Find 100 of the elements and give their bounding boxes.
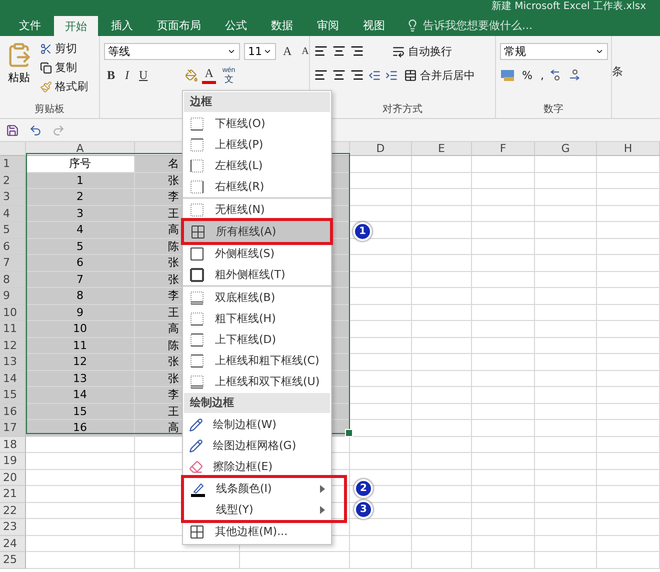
align-left-icon[interactable] [314, 68, 328, 82]
table-cell: 13 [26, 370, 135, 387]
table-cell [535, 222, 597, 238]
menu-item[interactable]: 下框线(O) [183, 113, 331, 134]
table-cell [597, 486, 660, 502]
percent-button[interactable]: % [520, 68, 534, 82]
table-cell [535, 156, 597, 172]
tell-me-field[interactable]: 告诉我您想要做什么... [423, 18, 532, 32]
align-bottom-icon[interactable] [350, 44, 364, 58]
row-header: 18 [0, 436, 26, 453]
fill-color-icon[interactable] [184, 68, 198, 82]
table-cell [350, 536, 412, 552]
currency-icon[interactable] [500, 68, 516, 82]
column-header[interactable]: F [472, 142, 535, 156]
table-cell [412, 288, 472, 304]
row-header: 10 [0, 304, 26, 321]
table-cell [597, 470, 660, 486]
format-painter-button[interactable]: 格式刷 [38, 78, 90, 95]
column-header[interactable]: H [597, 142, 660, 156]
table-cell [472, 156, 535, 172]
align-top-icon[interactable] [314, 44, 328, 58]
table-cell [535, 552, 597, 568]
table-cell [535, 354, 597, 370]
table-cell [350, 189, 412, 206]
table-cell [350, 519, 412, 536]
merge-center-button[interactable]: 合并后居中 [402, 66, 477, 84]
table-cell [412, 502, 472, 519]
table-cell [535, 502, 597, 519]
column-header[interactable]: D [350, 142, 412, 156]
table-cell [472, 321, 535, 338]
border-icon [189, 352, 205, 368]
underline-button[interactable]: U [136, 68, 151, 82]
ribbon-tab[interactable]: 开始 [54, 16, 98, 36]
shrink-font-button[interactable]: A [298, 46, 312, 56]
comma-button[interactable]: , [538, 68, 546, 82]
align-center-icon[interactable] [332, 68, 346, 82]
table-cell [597, 321, 660, 338]
draw-border-icon [189, 418, 203, 432]
paste-button[interactable]: 粘贴 [4, 40, 34, 102]
group-label: 对齐方式 [382, 102, 424, 117]
table-cell [597, 238, 660, 255]
table-cell: 1 [26, 172, 135, 189]
border-icon [189, 374, 205, 390]
table-cell [350, 387, 412, 404]
table-cell [350, 321, 412, 338]
menu-item[interactable]: 右框线(R) [183, 176, 331, 199]
bold-button[interactable]: B [104, 68, 118, 82]
undo-icon[interactable] [29, 124, 42, 136]
menu-item[interactable]: 上框线(P) [183, 134, 331, 155]
grow-font-button[interactable]: A [280, 44, 295, 58]
menu-item[interactable]: 擦除边框(E) [183, 456, 331, 477]
table-cell: 9 [26, 304, 135, 321]
row-header: 1 [0, 156, 26, 172]
align-middle-icon[interactable] [332, 44, 346, 58]
border-icon [189, 158, 205, 174]
wrap-text-icon [392, 44, 405, 58]
menu-item[interactable]: 粗外侧框线(T) [183, 264, 331, 287]
row-header: 9 [0, 288, 26, 304]
cut-button[interactable]: 剪切 [38, 40, 90, 57]
ribbon-tab[interactable]: 审阅 [306, 14, 350, 36]
table-cell [472, 222, 535, 238]
number-format-field[interactable]: 常规 [500, 42, 608, 60]
row-header: 3 [0, 189, 26, 206]
save-icon[interactable] [6, 124, 19, 136]
table-cell [472, 552, 535, 568]
table-cell [412, 453, 472, 470]
copy-button[interactable]: 复制 [38, 59, 90, 76]
column-header[interactable]: G [535, 142, 597, 156]
table-cell [535, 189, 597, 206]
indent-decrease-icon[interactable] [368, 68, 381, 82]
ribbon-tab[interactable]: 文件 [8, 14, 52, 36]
font-name-field[interactable]: 等线 [104, 42, 240, 60]
border-icon [189, 136, 205, 152]
align-right-icon[interactable] [350, 68, 364, 82]
table-cell [412, 338, 472, 354]
row-header: 12 [0, 338, 26, 354]
table-cell [535, 206, 597, 222]
font-size-field[interactable]: 11 [244, 42, 276, 60]
paintbrush-icon [40, 80, 52, 92]
table-cell [350, 354, 412, 370]
table-cell [412, 470, 472, 486]
ribbon-tab[interactable]: 公式 [214, 14, 258, 36]
column-header[interactable]: A [26, 142, 135, 156]
table-cell [597, 453, 660, 470]
wrap-text-button[interactable]: 自动换行 [390, 42, 454, 60]
ribbon-tab[interactable]: 页面布局 [146, 14, 212, 36]
table-cell [597, 519, 660, 536]
column-header[interactable]: E [412, 142, 472, 156]
indent-increase-icon[interactable] [385, 68, 398, 82]
ribbon-tab[interactable]: 插入 [100, 14, 144, 36]
table-cell [472, 470, 535, 486]
italic-button[interactable]: I [122, 68, 132, 82]
menu-item[interactable]: 绘图边框网格(G) [183, 435, 331, 456]
ribbon-tab[interactable]: 数据 [260, 14, 304, 36]
fill-handle[interactable] [345, 429, 353, 437]
ribbon-tab[interactable]: 视图 [352, 14, 396, 36]
font-color-button[interactable]: A [202, 66, 216, 84]
menu-item[interactable]: 其他边框(M)... [183, 521, 331, 542]
table-cell [412, 172, 472, 189]
table-cell [412, 354, 472, 370]
